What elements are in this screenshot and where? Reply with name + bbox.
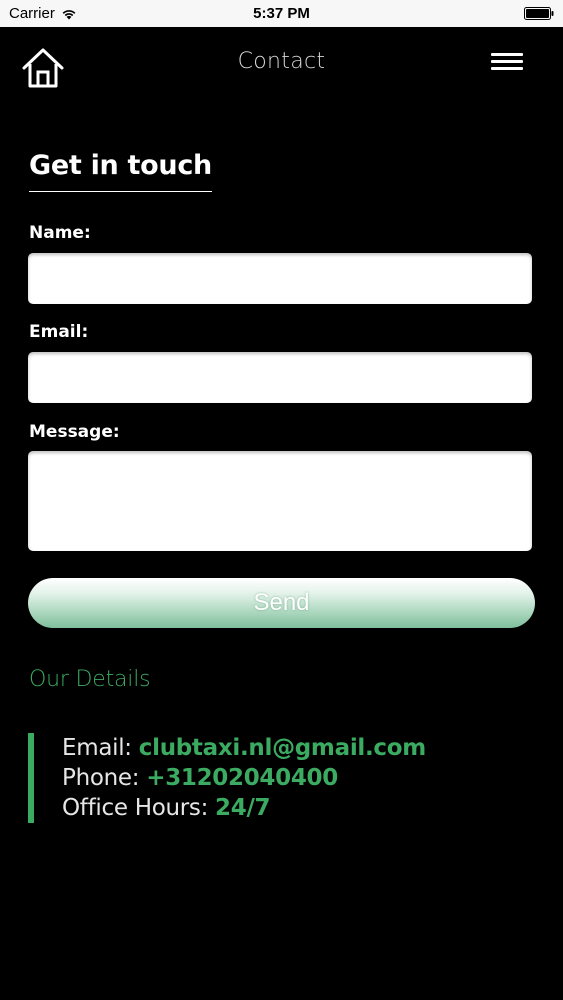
nav-bar: Contact: [0, 27, 563, 97]
detail-phone-line: Phone: +31202040400: [62, 763, 426, 793]
detail-email-value[interactable]: clubtaxi.nl@gmail.com: [139, 735, 426, 761]
detail-hours-value: 24/7: [215, 795, 271, 821]
detail-email-line: Email: clubtaxi.nl@gmail.com: [62, 733, 426, 763]
menu-bar: [491, 67, 523, 70]
email-field[interactable]: [28, 352, 532, 403]
detail-phone-label: Phone:: [62, 765, 140, 791]
detail-hours-label: Office Hours:: [62, 795, 209, 821]
battery-icon: [524, 7, 554, 20]
menu-bar: [491, 53, 523, 56]
message-label: Message:: [29, 422, 120, 442]
page-title: Contact: [237, 49, 326, 74]
name-label: Name:: [29, 223, 91, 243]
email-label: Email:: [29, 322, 89, 342]
details-block: Email: clubtaxi.nl@gmail.com Phone: +312…: [28, 733, 426, 823]
name-field[interactable]: [28, 253, 532, 304]
get-in-touch-heading: Get in touch: [29, 150, 212, 192]
our-details-heading: Our Details: [29, 667, 151, 692]
send-button[interactable]: Send: [28, 578, 535, 628]
detail-phone-value[interactable]: +31202040400: [146, 765, 338, 791]
status-bar: Carrier 5:37 PM: [0, 0, 563, 27]
detail-email-label: Email:: [62, 735, 132, 761]
hamburger-menu-icon[interactable]: [491, 53, 523, 73]
detail-hours-line: Office Hours: 24/7: [62, 793, 426, 823]
status-time: 5:37 PM: [253, 5, 310, 22]
menu-bar: [491, 60, 523, 63]
message-field[interactable]: [28, 451, 532, 551]
